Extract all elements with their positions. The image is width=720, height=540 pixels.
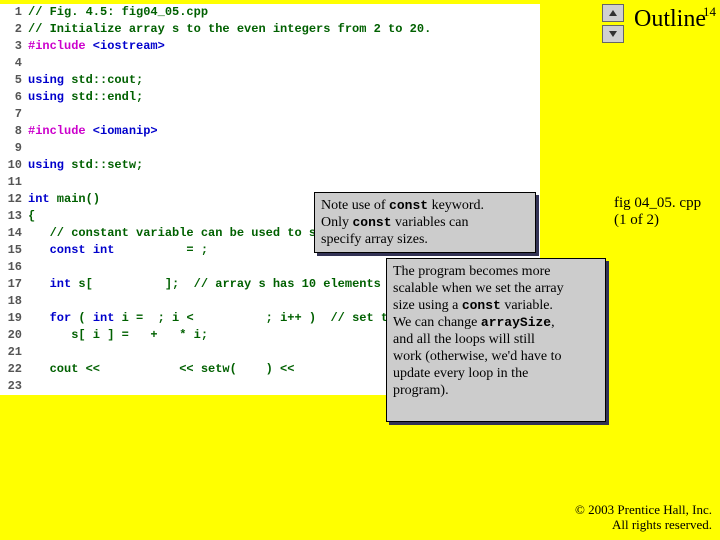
code-token <box>28 243 50 257</box>
callout-text: The program becomes more <box>393 264 550 279</box>
side-label: fig 04_05. cpp (1 of 2) <box>614 195 701 229</box>
code-token: s[ i ] = + * i; <box>28 328 208 342</box>
nav-up-button[interactable] <box>602 4 624 22</box>
callout-code: const <box>389 198 428 213</box>
code-token: std::cout; <box>64 73 143 87</box>
callout-text: Only <box>321 215 353 230</box>
copyright-line: © 2003 Prentice Hall, Inc. <box>575 502 712 517</box>
callout-code: const <box>462 298 501 313</box>
callout-text: scalable when we set the array <box>393 281 564 296</box>
code-token: using <box>28 158 64 172</box>
callout-text: , <box>551 315 555 330</box>
code-token: int <box>50 277 72 291</box>
code-token: int <box>28 192 50 206</box>
outline-title: Outline <box>628 4 716 35</box>
nav-buttons <box>602 4 624 43</box>
callout-text: program). <box>393 383 449 398</box>
code-token: for <box>50 311 72 325</box>
callout-text: variable. <box>501 298 553 313</box>
code-token: { <box>28 209 35 223</box>
callout-text: size using a <box>393 298 462 313</box>
code-token: std::setw; <box>64 158 143 172</box>
line-number-gutter: 1 2 3 4 5 6 7 8 9 10 11 12 13 14 15 16 1… <box>0 4 25 395</box>
code-token: #include <box>28 124 86 138</box>
copyright-line: All rights reserved. <box>612 517 712 532</box>
callout-text: update every loop in the <box>393 366 528 381</box>
callout-text: keyword. <box>428 198 484 213</box>
callout-scalable: The program becomes more scalable when w… <box>386 258 606 422</box>
callout-text: work (otherwise, we'd have to <box>393 349 562 364</box>
code-token: ( <box>71 311 93 325</box>
chevron-down-icon <box>608 30 618 38</box>
code-token: using <box>28 90 64 104</box>
callout-const-keyword: Note use of const keyword. Only const va… <box>314 192 536 253</box>
code-token: using <box>28 73 64 87</box>
code-token: <iomanip> <box>86 124 158 138</box>
code-token <box>28 226 50 240</box>
callout-text: Note use of <box>321 198 389 213</box>
code-token: #include <box>28 39 86 53</box>
nav-down-button[interactable] <box>602 25 624 43</box>
callout-code: arraySize <box>481 315 551 330</box>
code-token: const int <box>50 243 115 257</box>
callout-text: We can change <box>393 315 481 330</box>
code-token <box>28 277 50 291</box>
side-label-file: fig 04_05. cpp <box>614 195 701 211</box>
outline-bar: Outline <box>602 4 716 43</box>
chevron-up-icon <box>608 9 618 17</box>
code-token: // array s has 10 elements <box>194 277 381 291</box>
code-line: // Initialize array s to the even intege… <box>28 22 431 36</box>
callout-text: specify array sizes. <box>321 232 428 247</box>
code-token: s[ ]; <box>71 277 193 291</box>
code-token: <iostream> <box>86 39 165 53</box>
copyright: © 2003 Prentice Hall, Inc. All rights re… <box>575 502 712 532</box>
callout-code: const <box>353 215 392 230</box>
code-token: i = ; i < ; i++ ) <box>114 311 330 325</box>
side-label-part: (1 of 2) <box>614 212 659 228</box>
code-token: int <box>93 311 115 325</box>
callout-text: and all the loops will still <box>393 332 535 347</box>
code-token <box>28 311 50 325</box>
code-token: ; <box>201 243 208 257</box>
code-token: std::endl; <box>64 90 143 104</box>
code-token: cout << << setw( ) << <box>28 362 302 376</box>
code-token: main() <box>50 192 100 206</box>
code-token: = <box>114 243 200 257</box>
code-line: // Fig. 4.5: fig04_05.cpp <box>28 5 208 19</box>
callout-text: variables can <box>392 215 469 230</box>
